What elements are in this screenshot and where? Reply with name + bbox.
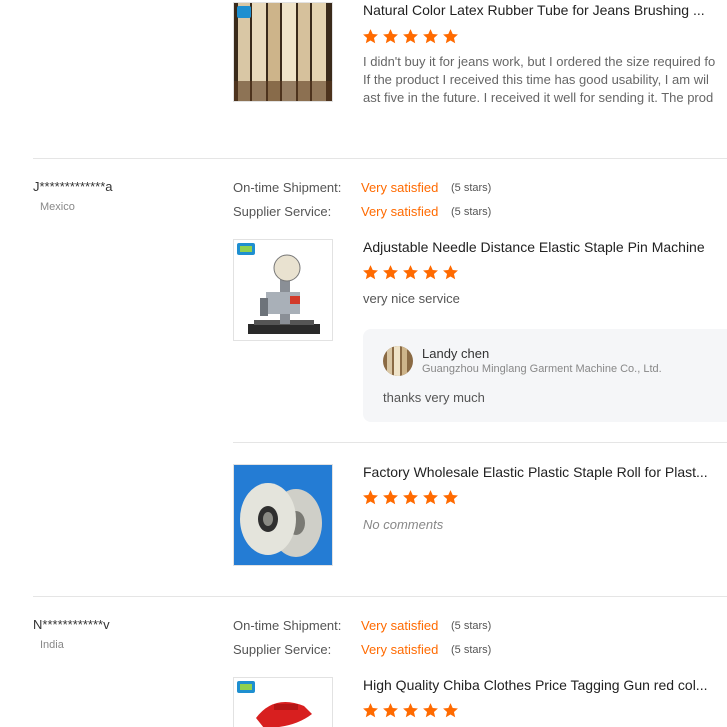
star-icon	[403, 29, 418, 44]
service-value: Very satisfied	[361, 204, 439, 219]
star-icon	[423, 490, 438, 505]
product-thumbnail[interactable]	[233, 2, 333, 102]
rating-stars	[362, 489, 459, 507]
buyer-country: India	[40, 639, 64, 651]
supplier-reply-text: thanks very much	[383, 390, 485, 405]
supplier-avatar	[383, 346, 413, 376]
service-value: Very satisfied	[361, 642, 439, 657]
rating-stars	[362, 28, 459, 46]
star-icon	[363, 29, 378, 44]
shipment-value: Very satisfied	[361, 180, 439, 195]
star-icon	[383, 490, 398, 505]
service-stars: (5 stars)	[451, 644, 492, 656]
star-icon	[403, 703, 418, 718]
review-divider	[33, 596, 727, 597]
shipment-stars: (5 stars)	[451, 620, 492, 632]
review-comment-line: I didn't buy it for jeans work, but I or…	[363, 54, 716, 69]
product-title[interactable]: High Quality Chiba Clothes Price Tagging…	[363, 677, 727, 693]
star-icon	[443, 265, 458, 280]
star-icon	[363, 265, 378, 280]
star-icon	[403, 265, 418, 280]
buyer-country: Mexico	[40, 201, 75, 213]
star-icon	[443, 29, 458, 44]
product-title[interactable]: Factory Wholesale Elastic Plastic Staple…	[363, 464, 727, 480]
product-thumbnail[interactable]	[233, 464, 333, 566]
shipment-value: Very satisfied	[361, 618, 439, 633]
star-icon	[443, 703, 458, 718]
shipment-label: On-time Shipment:	[233, 618, 342, 633]
supplier-reply-name: Landy chen	[422, 346, 490, 361]
product-thumbnail[interactable]	[233, 677, 333, 727]
item-divider	[233, 442, 727, 443]
shipment-stars: (5 stars)	[451, 182, 492, 194]
review-comment: very nice service	[363, 291, 460, 306]
review-comment-line: ast five in the future. I received it we…	[363, 90, 714, 105]
supplier-reply	[363, 329, 727, 422]
review-divider	[33, 158, 727, 159]
star-icon	[403, 490, 418, 505]
star-icon	[383, 703, 398, 718]
service-label: Supplier Service:	[233, 642, 332, 657]
star-icon	[423, 703, 438, 718]
buyer-name: N************v	[33, 617, 110, 632]
review-comment-line: If the product I received this time has …	[363, 72, 709, 87]
review-no-comment: No comments	[363, 517, 444, 532]
shipment-label: On-time Shipment:	[233, 180, 342, 195]
star-icon	[383, 265, 398, 280]
rating-stars	[362, 702, 459, 720]
service-stars: (5 stars)	[451, 206, 492, 218]
star-icon	[383, 29, 398, 44]
product-title[interactable]: Natural Color Latex Rubber Tube for Jean…	[363, 2, 727, 18]
product-thumbnail[interactable]	[233, 239, 333, 341]
buyer-name: J*************a	[33, 179, 113, 194]
star-icon	[423, 29, 438, 44]
star-icon	[423, 265, 438, 280]
star-icon	[363, 490, 378, 505]
service-label: Supplier Service:	[233, 204, 332, 219]
rating-stars	[362, 264, 459, 282]
supplier-company[interactable]: Guangzhou Minglang Garment Machine Co., …	[422, 363, 662, 375]
star-icon	[363, 703, 378, 718]
star-icon	[443, 490, 458, 505]
product-title[interactable]: Adjustable Needle Distance Elastic Stapl…	[363, 239, 727, 255]
